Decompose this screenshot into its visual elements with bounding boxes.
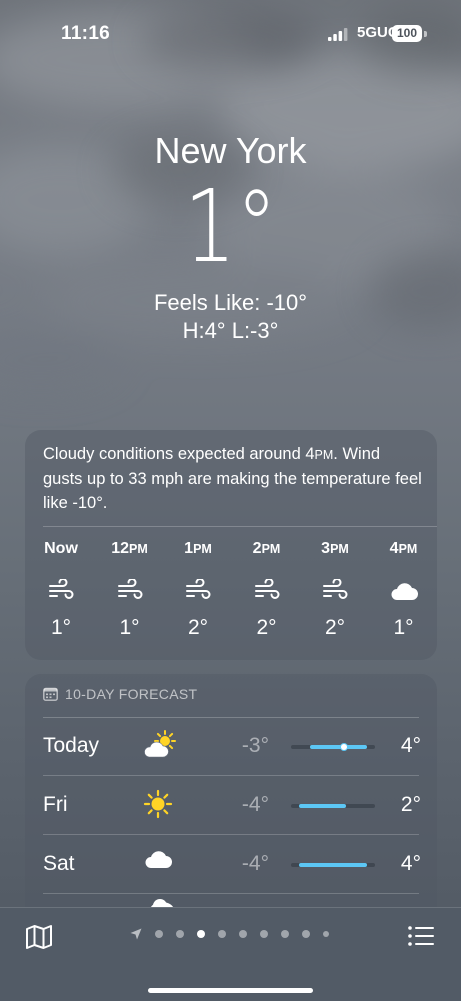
map-icon[interactable]	[25, 924, 53, 950]
forecast-title: 10-DAY FORECAST	[65, 686, 198, 702]
forecast-low: -3°	[241, 734, 269, 757]
page-dot[interactable]	[323, 931, 329, 937]
cellular-signal-icon	[328, 28, 348, 41]
list-icon[interactable]	[408, 926, 434, 946]
status-bar: 11:16 5GUC 100	[0, 0, 461, 60]
row-divider	[43, 834, 419, 835]
hour-column: 1PM 2°	[167, 540, 229, 640]
page-dot[interactable]	[302, 930, 310, 938]
forecast-high: 2°	[400, 793, 421, 816]
wind-icon	[236, 570, 298, 610]
feels-like: Feels Like: -10°	[153, 290, 308, 315]
calendar-icon	[43, 687, 58, 701]
hour-temp: 2°	[187, 616, 209, 639]
hour-column: 4PM 1°	[373, 540, 435, 640]
partly-cloudy-icon	[143, 730, 177, 764]
wind-icon	[99, 570, 161, 610]
forecast-low: -4°	[241, 852, 269, 875]
row-divider	[43, 893, 419, 894]
forecast-high: 4°	[400, 852, 421, 875]
wind-icon	[167, 570, 229, 610]
hour-label: 2PM	[252, 540, 281, 557]
hour-column: Now 1°	[30, 540, 92, 640]
temp-range-fill	[309, 745, 367, 749]
page-dot[interactable]	[260, 930, 268, 938]
sun-icon	[143, 789, 177, 823]
temp-range-fill	[299, 804, 346, 808]
ten-day-forecast-card[interactable]: 10-DAY FORECAST Today -3° 4° Fri -4° 2° Sat -4°…	[25, 674, 437, 934]
hour-temp: 1°	[50, 616, 72, 639]
hour-temp: 2°	[256, 616, 277, 639]
page-indicator[interactable]	[130, 928, 329, 940]
forecast-high: 4°	[400, 734, 421, 757]
hour-label: 4PM	[389, 540, 418, 557]
page-dot[interactable]	[281, 930, 289, 938]
hour-column: 3PM 2°	[304, 540, 366, 640]
forecast-row[interactable]: Sat -4° 4°	[25, 836, 437, 894]
page-dot[interactable]	[197, 930, 205, 938]
hour-column: 12PM 1°	[99, 540, 161, 640]
row-divider	[43, 775, 419, 776]
hour-label: 3PM	[321, 540, 349, 557]
high-low: H:4° L:-3°	[182, 318, 279, 343]
temp-range-fill	[299, 863, 367, 867]
wind-icon	[30, 570, 92, 610]
conditions-summary: Cloudy conditions expected around 4PM. W…	[43, 445, 422, 512]
forecast-day: Today	[43, 734, 100, 757]
hour-temp: 1°	[393, 616, 414, 639]
current-temp-dot	[340, 744, 347, 750]
battery-tip	[424, 31, 427, 37]
card-divider	[43, 526, 437, 527]
page-dot[interactable]	[176, 930, 184, 938]
forecast-low: -4°	[241, 793, 269, 816]
temp-range-bar	[291, 863, 375, 867]
forecast-row[interactable]: Fri -4° 2°	[25, 777, 437, 835]
temp-range-bar	[291, 744, 375, 750]
forecast-day: Fri	[43, 793, 68, 816]
wind-icon	[304, 570, 366, 610]
city-name: New York	[154, 130, 307, 171]
hour-label: Now	[44, 540, 78, 557]
forecast-header: 10-DAY FORECAST	[43, 686, 197, 702]
page-dot[interactable]	[239, 930, 247, 938]
hour-temp: 2°	[324, 616, 346, 639]
hourly-forecast-card[interactable]: Cloudy conditions expected around 4PM. W…	[25, 430, 437, 660]
page-dot[interactable]	[218, 930, 226, 938]
cloud-icon	[143, 848, 177, 882]
forecast-day: Sat	[43, 852, 75, 875]
hour-label: 1PM	[184, 540, 212, 557]
cloud-icon	[373, 570, 435, 610]
current-temperature: 1°	[183, 168, 278, 285]
temp-range-bar	[291, 804, 375, 808]
forecast-row[interactable]: Today -3° 4°	[25, 718, 437, 776]
hour-column: 2PM 2°	[236, 540, 298, 640]
bottom-toolbar	[0, 907, 461, 1001]
status-time: 11:16	[61, 23, 111, 44]
hour-temp: 1°	[119, 616, 140, 639]
page-dot[interactable]	[155, 930, 163, 938]
battery-icon: 100	[392, 25, 422, 42]
hour-label: 12PM	[111, 540, 148, 557]
location-arrow-icon	[130, 928, 142, 940]
home-indicator[interactable]	[148, 988, 313, 993]
